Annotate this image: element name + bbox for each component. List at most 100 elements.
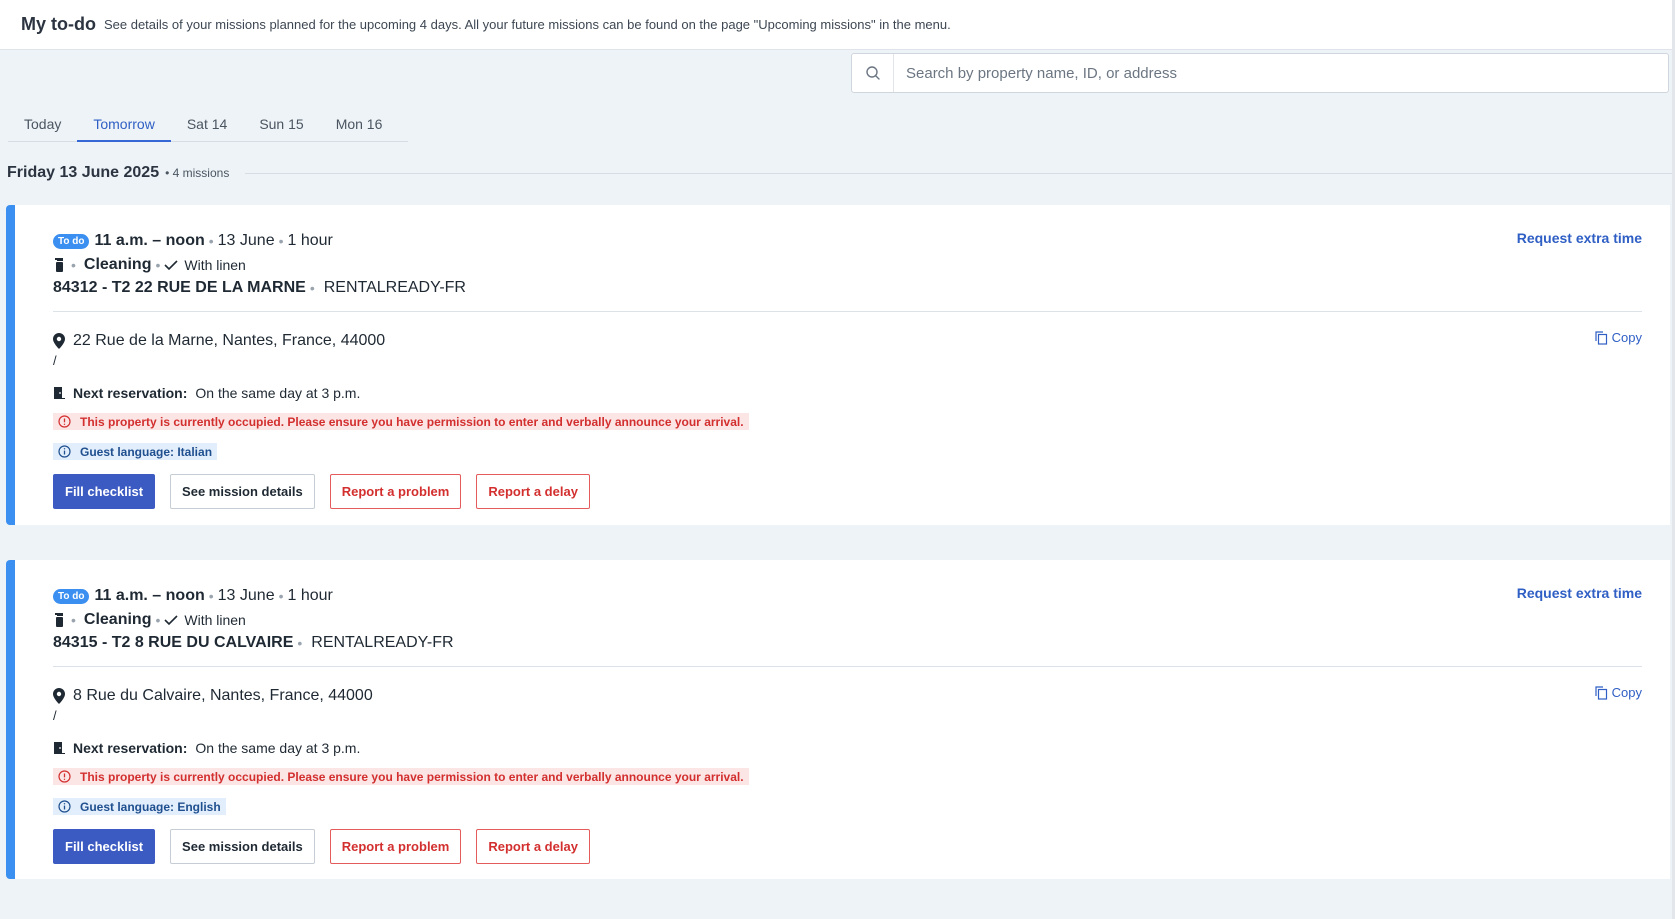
property-name: 84315 - T2 8 RUE DU CALVAIRE — [53, 634, 294, 651]
property-name: 84312 - T2 22 RUE DE LA MARNE — [53, 279, 306, 296]
next-reservation-row: Next reservation: On the same day at 3 p… — [53, 740, 360, 756]
organization-name: RENTALREADY-FR — [311, 634, 454, 651]
linen-label: With linen — [184, 612, 246, 628]
page-subtitle: See details of your missions planned for… — [103, 17, 951, 32]
fill-checklist-button[interactable]: Fill checklist — [53, 474, 156, 509]
mission-type-row: • Cleaning • With linen — [53, 256, 246, 274]
mission-actions: Fill checklist See mission details Repor… — [53, 474, 590, 509]
door-icon — [53, 741, 65, 755]
occupied-warning-text: This property is currently occupied. Ple… — [80, 414, 744, 429]
copy-address-button[interactable]: Copy — [1595, 330, 1642, 345]
see-mission-details-button[interactable]: See mission details — [170, 829, 315, 864]
search-input[interactable] — [894, 55, 1668, 91]
separator-dot: • — [208, 588, 214, 604]
info-icon — [58, 800, 71, 813]
mission-card: To do 11 a.m. – noon • 13 June • 1 hour … — [6, 205, 1670, 525]
guest-language-tag: Guest language: Italian — [53, 443, 218, 460]
separator-dot: • — [71, 612, 76, 628]
check-icon — [164, 614, 178, 626]
location-pin-icon — [53, 333, 65, 349]
mission-time: 11 a.m. – noon — [94, 587, 205, 604]
separator-dot: • — [155, 257, 161, 273]
day-divider — [245, 172, 1672, 174]
mission-type: Cleaning — [83, 256, 152, 273]
property-row: 84312 - T2 22 RUE DE LA MARNE • RENTALRE… — [53, 279, 466, 297]
next-reservation-value: On the same day at 3 p.m. — [195, 385, 361, 401]
info-icon — [58, 445, 71, 458]
mission-card: To do 11 a.m. – noon • 13 June • 1 hour … — [6, 560, 1670, 879]
occupied-warning-text: This property is currently occupied. Ple… — [80, 769, 744, 784]
mission-count: • 4 missions — [165, 166, 230, 180]
separator-dot: • — [309, 280, 315, 296]
spray-bottle-icon — [53, 257, 67, 273]
day-header: Friday 13 June 2025 • 4 missions — [7, 164, 1672, 182]
check-icon — [164, 259, 178, 271]
next-reservation-value: On the same day at 3 p.m. — [195, 740, 361, 756]
copy-address-button[interactable]: Copy — [1595, 685, 1642, 700]
mission-actions: Fill checklist See mission details Repor… — [53, 829, 590, 864]
door-icon — [53, 386, 65, 400]
mission-time: 11 a.m. – noon — [94, 232, 205, 249]
property-address: 22 Rue de la Marne, Nantes, France, 4400… — [73, 332, 386, 349]
occupied-warning: This property is currently occupied. Ple… — [53, 768, 749, 785]
status-badge: To do — [53, 588, 90, 604]
tab-sun-15[interactable]: Sun 15 — [243, 108, 319, 142]
top-header: My to-do See details of your missions pl… — [0, 0, 1675, 50]
alert-circle-icon — [58, 415, 71, 428]
search-icon — [852, 54, 894, 92]
day-tabs: Today Tomorrow Sat 14 Sun 15 Mon 16 — [8, 108, 408, 142]
page-title: My to-do — [21, 14, 96, 34]
location-pin-icon — [53, 688, 65, 704]
copy-icon — [1595, 330, 1608, 345]
guest-language-tag: Guest language: English — [53, 798, 226, 815]
spray-bottle-icon — [53, 612, 67, 628]
copy-icon — [1595, 685, 1608, 700]
address-extra: / — [53, 708, 57, 723]
address-extra: / — [53, 353, 57, 368]
address-row: 8 Rue du Calvaire, Nantes, France, 44000 — [53, 687, 373, 705]
card-divider — [53, 666, 1642, 667]
mission-duration: 1 hour — [287, 232, 333, 249]
separator-dot: • — [155, 612, 161, 628]
next-reservation-label: Next reservation: — [73, 740, 188, 756]
mission-type-row: • Cleaning • With linen — [53, 611, 246, 629]
address-row: 22 Rue de la Marne, Nantes, France, 4400… — [53, 332, 385, 350]
mission-time-row: To do 11 a.m. – noon • 13 June • 1 hour — [53, 232, 333, 250]
see-mission-details-button[interactable]: See mission details — [170, 474, 315, 509]
copy-label: Copy — [1611, 330, 1642, 345]
request-extra-time-link[interactable]: Request extra time — [1517, 230, 1642, 246]
linen-label: With linen — [184, 257, 246, 273]
report-delay-button[interactable]: Report a delay — [476, 474, 590, 509]
next-reservation-label: Next reservation: — [73, 385, 188, 401]
tab-sat-14[interactable]: Sat 14 — [171, 108, 243, 142]
tab-mon-16[interactable]: Mon 16 — [320, 108, 399, 142]
mission-date: 13 June — [217, 232, 275, 249]
report-problem-button[interactable]: Report a problem — [329, 474, 462, 509]
tab-tomorrow[interactable]: Tomorrow — [77, 108, 171, 142]
next-reservation-row: Next reservation: On the same day at 3 p… — [53, 385, 360, 401]
day-title: Friday 13 June 2025 — [7, 164, 160, 181]
alert-circle-icon — [58, 770, 71, 783]
separator-dot: • — [278, 233, 284, 249]
mission-type: Cleaning — [83, 611, 152, 628]
fill-checklist-button[interactable]: Fill checklist — [53, 829, 156, 864]
separator-dot: • — [71, 257, 76, 273]
property-row: 84315 - T2 8 RUE DU CALVAIRE • RENTALREA… — [53, 634, 454, 652]
card-divider — [53, 311, 1642, 312]
request-extra-time-link[interactable]: Request extra time — [1517, 585, 1642, 601]
separator-dot: • — [278, 588, 284, 604]
tab-today[interactable]: Today — [8, 108, 77, 142]
status-badge: To do — [53, 233, 90, 249]
copy-label: Copy — [1611, 685, 1642, 700]
mission-time-row: To do 11 a.m. – noon • 13 June • 1 hour — [53, 587, 333, 605]
guest-language-text: Guest language: English — [80, 799, 221, 814]
report-problem-button[interactable]: Report a problem — [329, 829, 462, 864]
property-address: 8 Rue du Calvaire, Nantes, France, 44000 — [73, 687, 373, 704]
separator-dot: • — [208, 233, 214, 249]
occupied-warning: This property is currently occupied. Ple… — [53, 413, 749, 430]
organization-name: RENTALREADY-FR — [323, 279, 466, 296]
search-box — [851, 53, 1669, 93]
mission-date: 13 June — [217, 587, 275, 604]
report-delay-button[interactable]: Report a delay — [476, 829, 590, 864]
separator-dot: • — [297, 635, 303, 651]
